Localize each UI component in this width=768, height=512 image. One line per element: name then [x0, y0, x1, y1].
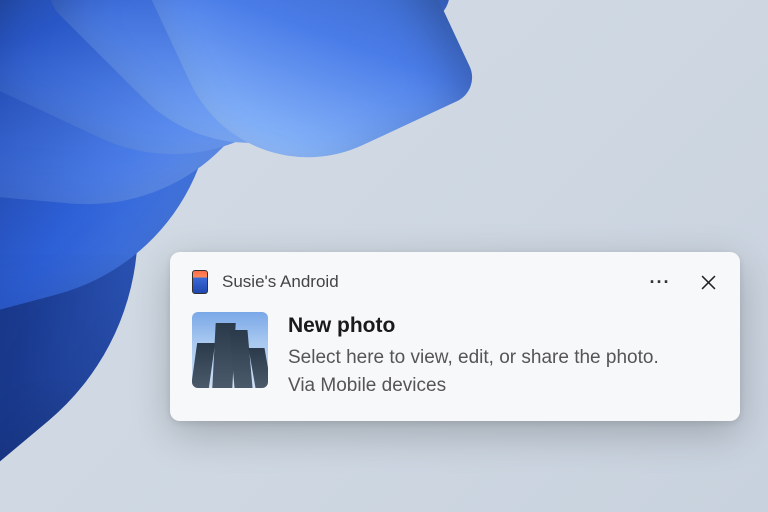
- close-x-svg: [701, 275, 716, 290]
- close-icon[interactable]: [698, 272, 718, 292]
- notification-header: Susie's Android ···: [192, 270, 718, 294]
- notification-body[interactable]: New photo Select here to view, edit, or …: [192, 312, 718, 399]
- notification-description: Select here to view, edit, or share the …: [288, 344, 718, 372]
- device-name-label: Susie's Android: [222, 272, 636, 292]
- more-icon[interactable]: ···: [650, 272, 670, 292]
- photo-thumbnail: [192, 312, 268, 388]
- notification-attribution: Via Mobile devices: [288, 372, 718, 400]
- toast-notification[interactable]: Susie's Android ··· New photo Select her…: [170, 252, 740, 421]
- notification-content: New photo Select here to view, edit, or …: [288, 312, 718, 399]
- notification-actions: ···: [650, 272, 718, 292]
- notification-title: New photo: [288, 314, 718, 338]
- phone-icon: [192, 270, 208, 294]
